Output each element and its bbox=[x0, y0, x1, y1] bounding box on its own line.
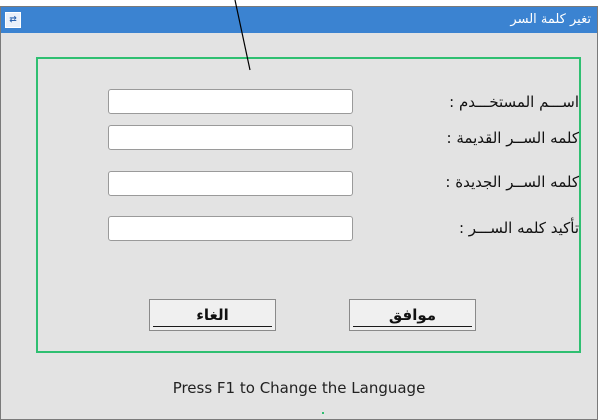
language-hint: Press F1 to Change the Language bbox=[172, 379, 426, 397]
window-title: تغير كلمة السر bbox=[510, 12, 591, 27]
form-panel: اســـم المستخـــدم : كلمه الســر القديمة… bbox=[36, 57, 581, 353]
window-app-icon[interactable]: ⇄ bbox=[5, 12, 21, 28]
old-password-field[interactable] bbox=[108, 125, 353, 150]
status-dot bbox=[322, 412, 324, 414]
password-dialog: ⇄ تغير كلمة السر اســـم المستخـــدم : كل… bbox=[0, 6, 598, 420]
new-password-label: كلمه الســر الجديدة : bbox=[445, 173, 579, 191]
old-password-label: كلمه الســر القديمة : bbox=[446, 129, 579, 147]
confirm-password-field[interactable] bbox=[108, 216, 353, 241]
ok-button[interactable]: موافق bbox=[349, 299, 476, 331]
username-label: اســـم المستخـــدم : bbox=[449, 93, 579, 111]
cancel-button[interactable]: الغاء bbox=[149, 299, 276, 331]
username-field[interactable] bbox=[108, 89, 353, 114]
new-password-field[interactable] bbox=[108, 171, 353, 196]
title-bar[interactable]: ⇄ تغير كلمة السر bbox=[1, 7, 597, 33]
confirm-password-label: تأكيد كلمه الســـر : bbox=[458, 219, 579, 237]
